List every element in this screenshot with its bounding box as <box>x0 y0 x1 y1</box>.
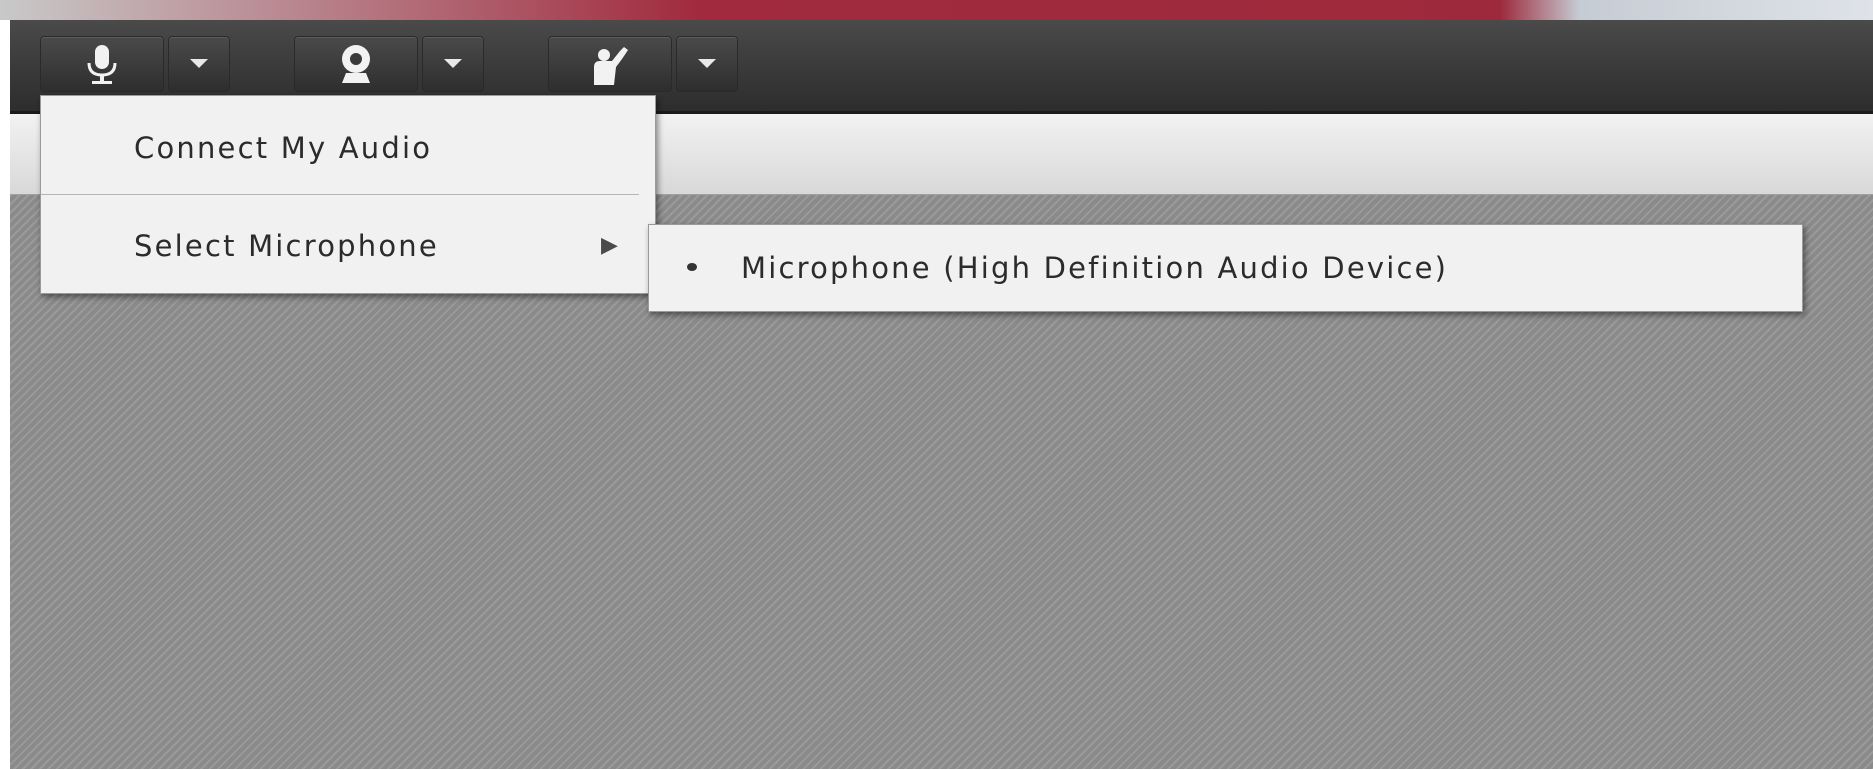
audio-dropdown-menu: Connect My Audio Select Microphone ▶ <box>40 95 656 294</box>
microphone-submenu: Microphone (High Definition Audio Device… <box>648 224 1803 312</box>
raise-hand-button[interactable] <box>548 36 672 92</box>
webcam-icon <box>342 45 370 83</box>
selected-bullet-icon <box>687 263 697 271</box>
select-microphone-label: Select Microphone <box>134 229 439 263</box>
window-title-strip <box>0 0 1873 20</box>
chevron-down-icon <box>444 59 462 68</box>
raise-hand-icon <box>594 47 628 85</box>
microphone-button[interactable] <box>40 36 164 92</box>
submenu-arrow-icon: ▶ <box>601 233 621 258</box>
raise-hand-button-group <box>548 36 738 92</box>
chevron-down-icon <box>698 59 716 68</box>
microphone-button-group <box>40 36 230 92</box>
microphone-option-label: Microphone (High Definition Audio Device… <box>741 251 1449 285</box>
webcam-button-group <box>294 36 484 92</box>
select-microphone-menu-item[interactable]: Select Microphone ▶ <box>41 216 655 276</box>
microphone-dropdown-button[interactable] <box>168 36 230 92</box>
webcam-dropdown-button[interactable] <box>422 36 484 92</box>
chevron-down-icon <box>190 59 208 68</box>
left-edge <box>0 20 10 769</box>
menu-divider <box>41 194 639 195</box>
connect-my-audio-label: Connect My Audio <box>134 131 433 165</box>
microphone-option[interactable]: Microphone (High Definition Audio Device… <box>649 225 1802 311</box>
microphone-icon <box>87 45 117 84</box>
connect-my-audio-menu-item[interactable]: Connect My Audio <box>41 118 655 178</box>
raise-hand-dropdown-button[interactable] <box>676 36 738 92</box>
webcam-button[interactable] <box>294 36 418 92</box>
